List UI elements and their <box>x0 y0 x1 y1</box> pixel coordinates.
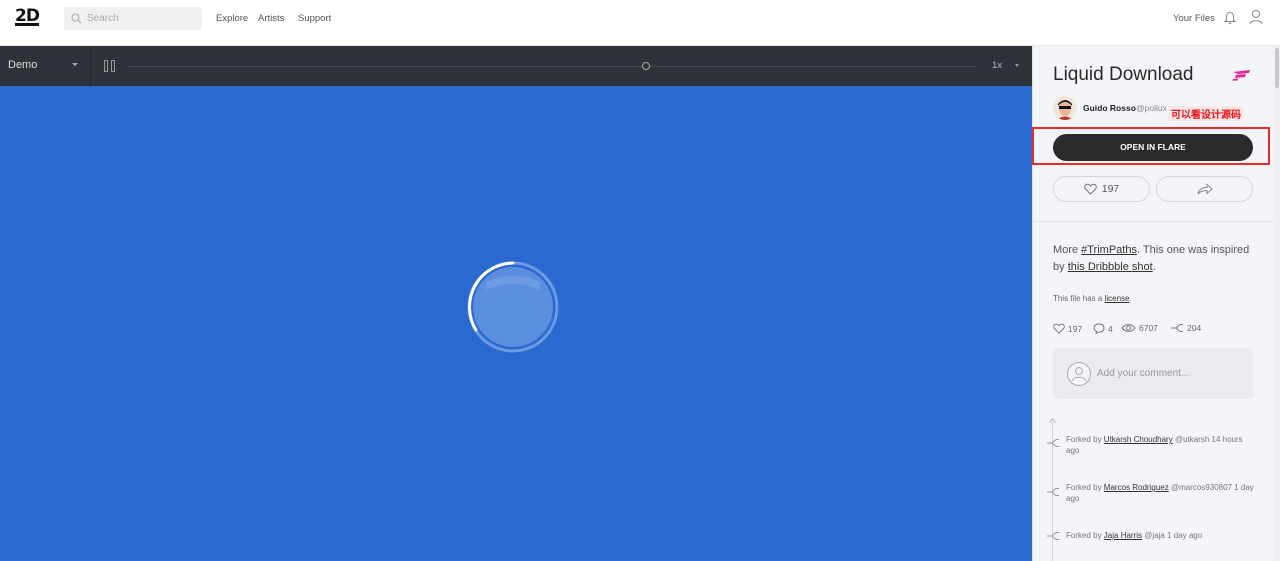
author-avatar[interactable] <box>1053 96 1077 120</box>
eye-icon <box>1121 324 1136 332</box>
player-toolbar: Demo 1x <box>0 46 1032 86</box>
dribbble-shot-link[interactable]: this Dribbble shot <box>1068 261 1153 273</box>
nav-explore[interactable]: Explore <box>216 13 248 24</box>
search-icon <box>71 13 82 24</box>
flare-logo-icon <box>1232 70 1250 81</box>
fork-author-link[interactable]: Utkarsh Choudhary <box>1104 435 1173 444</box>
top-navbar: 2D Search Explore Artists Support Your F… <box>0 0 1280 46</box>
license-link[interactable]: license <box>1105 294 1130 303</box>
fork-prefix: Forked by <box>1066 483 1104 492</box>
pause-icon <box>104 60 108 72</box>
views-count: 6707 <box>1139 323 1158 333</box>
search-placeholder: Search <box>87 13 119 24</box>
nav-support[interactable]: Support <box>298 13 331 24</box>
fork-item: Forked by Jaja Harris @jaja 1 day ago <box>1066 530 1258 541</box>
user-icon[interactable] <box>1249 9 1263 25</box>
comment-icon <box>1093 323 1105 334</box>
fork-item: Forked by Marcos Rodriguez @marcos930807… <box>1066 482 1258 504</box>
author-name[interactable]: Guido Rosso <box>1083 103 1136 113</box>
pause-icon <box>111 60 115 72</box>
scrubber-handle[interactable] <box>642 62 650 70</box>
description-text: . <box>1152 261 1156 273</box>
avatar-icon <box>1053 96 1077 120</box>
share-button[interactable] <box>1156 176 1253 202</box>
divider <box>1033 221 1274 222</box>
logo[interactable]: 2D <box>15 8 40 26</box>
chevron-down-icon[interactable] <box>1015 64 1019 67</box>
file-title: Liquid Download <box>1053 64 1194 85</box>
fork-icon <box>1047 532 1059 540</box>
fork-prefix: Forked by <box>1066 531 1104 540</box>
fork-item: Forked by Utkarsh Choudhary @utkarsh 14 … <box>1066 434 1258 456</box>
stat-views: 6707 <box>1121 323 1158 333</box>
fork-meta: @jaja 1 day ago <box>1142 531 1203 540</box>
stat-likes[interactable]: 197 <box>1053 323 1082 334</box>
license-text: . <box>1129 294 1132 303</box>
timeline-scrubber[interactable] <box>128 66 976 67</box>
sidebar-scrollbar[interactable] <box>1274 46 1280 561</box>
author-handle[interactable]: @pollux <box>1136 103 1167 113</box>
license-note: This file has a license. <box>1053 294 1132 303</box>
likes-count: 197 <box>1068 323 1083 334</box>
forks-count: 204 <box>1187 323 1202 333</box>
arrow-up-icon <box>1049 418 1056 424</box>
comment-placeholder: Add your comment... <box>1097 368 1190 379</box>
stat-forks[interactable]: 204 <box>1170 323 1201 333</box>
fork-author-link[interactable]: Jaja Harris <box>1104 531 1142 540</box>
pause-button[interactable] <box>104 60 116 72</box>
open-in-flare-button[interactable]: OPEN IN FLARE <box>1053 134 1253 161</box>
comments-count: 4 <box>1108 323 1113 334</box>
loading-spinner-icon <box>467 261 559 353</box>
like-button[interactable]: 197 <box>1053 176 1150 202</box>
animation-stage[interactable] <box>0 86 1032 561</box>
fork-icon <box>1047 488 1059 496</box>
heart-icon <box>1053 323 1065 334</box>
nav-artists[interactable]: Artists <box>258 13 284 24</box>
heart-icon <box>1083 183 1097 195</box>
fork-prefix: Forked by <box>1066 435 1104 444</box>
your-files-link[interactable]: Your Files <box>1173 13 1215 24</box>
fork-author-link[interactable]: Marcos Rodriguez <box>1104 483 1169 492</box>
chevron-down-icon[interactable] <box>72 63 78 66</box>
user-avatar-icon <box>1067 362 1091 386</box>
file-description: More #TrimPaths. This one was inspired b… <box>1053 242 1258 276</box>
stat-comments[interactable]: 4 <box>1093 323 1113 334</box>
share-icon <box>1197 183 1213 195</box>
comment-input[interactable]: Add your comment... <box>1053 348 1253 399</box>
trimpaths-tag-link[interactable]: #TrimPaths <box>1081 244 1137 256</box>
scrollbar-thumb[interactable] <box>1275 48 1279 88</box>
license-text: This file has a <box>1053 294 1105 303</box>
divider <box>90 46 91 86</box>
description-text: More <box>1053 244 1082 256</box>
animation-select[interactable]: Demo <box>8 59 37 71</box>
annotation-label: 可以看设计源码 <box>1169 106 1243 121</box>
fork-icon <box>1171 324 1183 332</box>
search-input[interactable]: Search <box>64 7 202 30</box>
speed-select[interactable]: 1x <box>992 60 1002 71</box>
bell-icon[interactable] <box>1224 11 1236 25</box>
fork-icon <box>1047 439 1059 447</box>
like-count: 197 <box>1101 183 1120 195</box>
